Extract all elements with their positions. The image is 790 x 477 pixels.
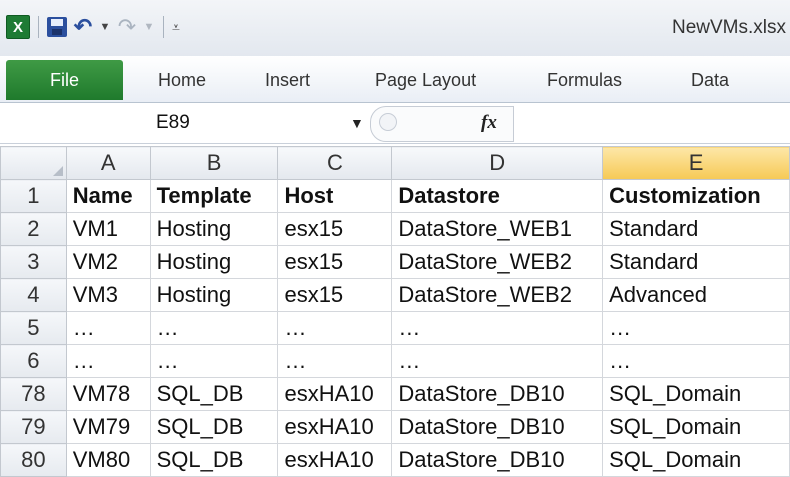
cell[interactable]: esxHA10: [277, 443, 393, 477]
row-header[interactable]: 78: [0, 377, 67, 411]
table-row: 6 … … … … …: [0, 344, 790, 378]
table-row: 80 VM80 SQL_DB esxHA10 DataStore_DB10 SQ…: [0, 443, 790, 477]
cell[interactable]: …: [391, 311, 604, 345]
table-row: 4 VM3 Hosting esx15 DataStore_WEB2 Advan…: [0, 278, 790, 312]
cell[interactable]: VM3: [65, 278, 151, 312]
quick-access-toolbar: X ↶ ▼ ↷ ▼ ⩡: [6, 12, 186, 42]
table-row: 78 VM78 SQL_DB esxHA10 DataStore_DB10 SQ…: [0, 377, 790, 411]
cell[interactable]: esxHA10: [277, 377, 393, 411]
cell[interactable]: SQL_Domain: [602, 410, 790, 444]
cell[interactable]: VM2: [65, 245, 151, 279]
table-row: 3 VM2 Hosting esx15 DataStore_WEB2 Stand…: [0, 245, 790, 279]
cell[interactable]: Hosting: [149, 245, 279, 279]
select-all-corner[interactable]: [0, 146, 67, 180]
toolbar-separator: [38, 16, 39, 38]
column-header-c[interactable]: C: [277, 146, 393, 180]
cell[interactable]: VM79: [65, 410, 151, 444]
cell[interactable]: Hosting: [149, 212, 279, 246]
cell[interactable]: DataStore_WEB2: [391, 278, 604, 312]
cell[interactable]: Host: [277, 179, 393, 213]
cell[interactable]: DataStore_DB10: [391, 377, 604, 411]
redo-dropdown-icon[interactable]: ▼: [143, 21, 155, 33]
cell[interactable]: Standard: [602, 212, 790, 246]
cell[interactable]: esx15: [277, 245, 393, 279]
redo-icon[interactable]: ↷: [117, 14, 137, 40]
cell[interactable]: SQL_Domain: [602, 443, 790, 477]
row-header[interactable]: 80: [0, 443, 67, 477]
cell[interactable]: SQL_Domain: [602, 377, 790, 411]
tab-formulas[interactable]: Formulas: [547, 70, 622, 91]
cell[interactable]: Hosting: [149, 278, 279, 312]
cell[interactable]: …: [65, 344, 151, 378]
insert-function-icon[interactable]: fx: [481, 112, 497, 134]
tab-data[interactable]: Data: [691, 70, 729, 91]
cell[interactable]: DataStore_DB10: [391, 410, 604, 444]
name-box-value: E89: [156, 112, 190, 133]
cell[interactable]: VM80: [65, 443, 151, 477]
cell[interactable]: …: [149, 311, 279, 345]
tab-insert[interactable]: Insert: [265, 70, 310, 91]
cell[interactable]: esxHA10: [277, 410, 393, 444]
formula-expand-icon[interactable]: [379, 113, 397, 131]
column-header-d[interactable]: D: [391, 146, 604, 180]
cell[interactable]: DataStore_WEB1: [391, 212, 604, 246]
name-box-dropdown-icon[interactable]: ▼: [350, 115, 364, 131]
cell[interactable]: DataStore_DB10: [391, 443, 604, 477]
cell[interactable]: Name: [65, 179, 151, 213]
formula-buttons: fx: [370, 106, 514, 142]
title-bar: X ↶ ▼ ↷ ▼ ⩡ NewVMs.xlsx: [0, 0, 790, 56]
cell[interactable]: …: [391, 344, 604, 378]
row-header[interactable]: 2: [0, 212, 67, 246]
cell[interactable]: SQL_DB: [149, 377, 279, 411]
cell[interactable]: …: [277, 344, 393, 378]
row-header[interactable]: 79: [0, 410, 67, 444]
customize-toolbar-icon[interactable]: ⩡: [172, 19, 180, 36]
cell[interactable]: Datastore: [391, 179, 604, 213]
table-row: 2 VM1 Hosting esx15 DataStore_WEB1 Stand…: [0, 212, 790, 246]
toolbar-separator: [163, 16, 164, 38]
column-header-row: A B C D E: [0, 146, 790, 180]
cell[interactable]: SQL_DB: [149, 443, 279, 477]
row-header[interactable]: 5: [0, 311, 67, 345]
formula-input[interactable]: [513, 106, 790, 140]
formula-bar: E89 ▼ fx: [0, 103, 790, 144]
name-box[interactable]: E89 ▼: [0, 106, 368, 140]
excel-logo-icon[interactable]: X: [6, 15, 30, 39]
cell[interactable]: VM1: [65, 212, 151, 246]
undo-icon[interactable]: ↶: [73, 14, 93, 40]
row-header[interactable]: 1: [0, 179, 67, 213]
column-header-a[interactable]: A: [65, 146, 151, 180]
undo-dropdown-icon[interactable]: ▼: [99, 21, 111, 33]
cell[interactable]: …: [149, 344, 279, 378]
cell[interactable]: Template: [149, 179, 279, 213]
cell[interactable]: Advanced: [602, 278, 790, 312]
cell[interactable]: …: [277, 311, 393, 345]
table-row: 1 Name Template Host Datastore Customiza…: [0, 179, 790, 213]
cell[interactable]: Standard: [602, 245, 790, 279]
column-header-e[interactable]: E: [602, 146, 790, 180]
table-row: 5 … … … … …: [0, 311, 790, 345]
tab-file[interactable]: File: [6, 60, 123, 100]
table-row: 79 VM79 SQL_DB esxHA10 DataStore_DB10 SQ…: [0, 410, 790, 444]
ribbon-tabs: File Home Insert Page Layout Formulas Da…: [0, 56, 790, 103]
cell[interactable]: esx15: [277, 278, 393, 312]
window-title: NewVMs.xlsx: [671, 17, 786, 38]
row-header[interactable]: 3: [0, 245, 67, 279]
cell[interactable]: …: [602, 311, 790, 345]
cell[interactable]: esx15: [277, 212, 393, 246]
spreadsheet-grid: A B C D E 1 Name Template Host Datastore…: [0, 146, 790, 477]
row-header[interactable]: 4: [0, 278, 67, 312]
cell[interactable]: …: [602, 344, 790, 378]
row-header[interactable]: 6: [0, 344, 67, 378]
cell[interactable]: …: [65, 311, 151, 345]
cell[interactable]: SQL_DB: [149, 410, 279, 444]
column-header-b[interactable]: B: [149, 146, 279, 180]
cell[interactable]: Customization: [602, 179, 790, 213]
tab-home[interactable]: Home: [158, 70, 206, 91]
cell[interactable]: DataStore_WEB2: [391, 245, 604, 279]
save-icon[interactable]: [47, 17, 67, 37]
cell[interactable]: VM78: [65, 377, 151, 411]
tab-page-layout[interactable]: Page Layout: [375, 70, 476, 91]
